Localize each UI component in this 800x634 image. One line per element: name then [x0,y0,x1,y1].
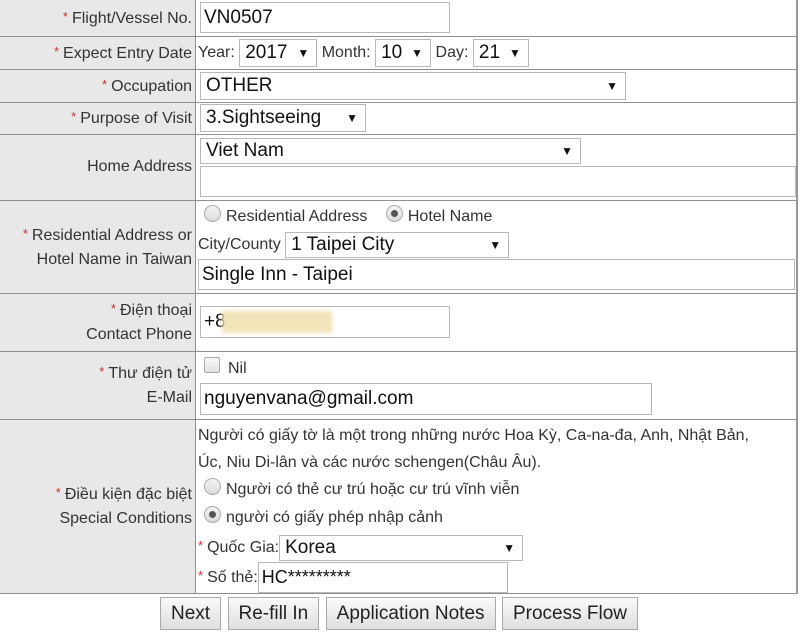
city-label: City/County [198,235,281,253]
country-select[interactable]: Korea ▼ [279,534,524,561]
chevron-down-icon: ▼ [561,143,573,158]
home-address-label-text: Home Address [87,158,192,175]
required-marker: * [62,8,68,24]
row-home-address: Home Address Viet Nam ▼ [0,134,797,201]
flight-label-text: Flight/Vessel No. [71,9,192,27]
action-bar: Next Re-fill In Application Notes Proces… [0,594,800,630]
required-marker: * [55,485,61,500]
permanent-resident-radio[interactable] [204,478,221,495]
process-flow-button[interactable]: Process Flow [501,596,639,630]
next-button[interactable]: Next [159,596,222,630]
required-marker: * [71,109,77,124]
city-value: 1 Taipei City [291,233,395,255]
day-value: 21 [478,41,501,63]
application-form: * Flight/Vessel No. VN0507 * Expect Entry … [0,0,798,594]
purpose-value: 3.Sightseeing [206,107,322,128]
occupation-select[interactable]: OTHER ▼ [200,71,626,100]
chevron-down-icon: ▼ [606,78,618,93]
phone-label-line1: Điện thoại [119,302,192,319]
home-address-input[interactable] [200,165,796,197]
occupation-label: * Occupation [0,69,196,103]
required-marker: * [110,301,116,316]
chevron-down-icon: ▼ [489,237,502,252]
purpose-label: * Purpose of Visit [0,102,196,135]
residential-label-line1: Residential Address or [31,226,192,244]
home-country-value: Viet Nam [206,139,284,161]
entry-permit-radio[interactable] [204,506,221,523]
hotel-name-option: Hotel Name [407,207,493,225]
country-value: Korea [285,536,336,558]
row-occupation: * Occupation OTHER ▼ [0,69,797,103]
nil-label: Nil [228,360,247,377]
refill-button[interactable]: Re-fill In [227,596,320,630]
email-input[interactable]: nguyenvana@gmail.com [200,383,652,415]
row-entry-date: * Expect Entry Date Year: 2017 ▼ Month: 10… [0,36,797,70]
required-marker: * [53,43,60,59]
year-value: 2017 [245,41,288,63]
special-label-line2: Special Conditions [59,510,192,527]
chevron-down-icon: ▼ [411,45,424,60]
year-label: Year: [198,43,235,61]
permanent-resident-option: Người có thẻ cư trú hoặc cư trú vĩnh viễ… [226,481,520,498]
row-flight: * Flight/Vessel No. VN0507 [0,0,797,37]
email-label-line2: E-Mail [146,389,192,406]
purpose-select[interactable]: 3.Sightseeing ▼ [200,104,366,132]
special-label-line1: Điều kiện đặc biệt [64,486,192,503]
special-label: * Điều kiện đặc biệt Special Conditions [0,419,196,594]
entry-date-label: * Expect Entry Date [0,36,196,70]
hotel-name-input[interactable]: Single Inn - Taipei [198,258,795,290]
row-purpose: * Purpose of Visit 3.Sightseeing ▼ [0,102,797,135]
chevron-down-icon: ▼ [503,540,516,555]
home-country-select[interactable]: Viet Nam ▼ [200,137,581,164]
residential-address-radio[interactable] [204,204,221,222]
occupation-label-text: Occupation [111,77,192,95]
required-marker: * [198,538,204,553]
required-marker: * [22,225,28,241]
nil-checkbox[interactable] [204,357,220,373]
month-select[interactable]: 10 ▼ [375,38,432,67]
year-select[interactable]: 2017 ▼ [239,38,318,67]
card-label: Số thẻ: [207,569,258,586]
chevron-down-icon: ▼ [297,45,310,60]
residential-address-option: Residential Address [226,207,368,225]
redacted-blur [221,310,332,333]
flight-label: * Flight/Vessel No. [0,0,196,37]
email-label: * Thư điện tử E-Mail [0,351,196,420]
row-email: * Thư điện tử E-Mail Nil nguyenvana@gmail.… [0,351,797,420]
month-label: Month: [321,43,371,61]
residential-label-line2: Hotel Name in Taiwan [36,250,192,268]
city-select[interactable]: 1 Taipei City ▼ [285,231,510,258]
purpose-label-text: Purpose of Visit [80,110,192,127]
chevron-down-icon: ▼ [346,111,358,125]
country-label: Quốc Gia: [207,539,280,556]
row-residential: * Residential Address or Hotel Name in Tai… [0,200,797,294]
special-description: Người có giấy tờ là một trong những nước… [198,427,749,471]
required-marker: * [102,76,108,92]
required-marker: * [198,568,204,583]
chevron-down-icon: ▼ [508,45,521,60]
required-marker: * [99,364,105,379]
phone-label: * Điện thoại Contact Phone [0,293,196,352]
hotel-name-radio[interactable] [385,204,403,222]
phone-label-line2: Contact Phone [86,326,192,343]
day-label: Day: [435,43,469,61]
month-value: 10 [381,41,403,63]
residential-label: * Residential Address or Hotel Name in Tai… [0,200,196,294]
flight-input[interactable]: VN0507 [200,2,450,34]
entry-date-label-text: Expect Entry Date [63,44,192,62]
home-address-label: Home Address [0,134,196,201]
day-select[interactable]: 21 ▼ [472,38,529,67]
phone-input[interactable]: +8 [200,306,450,338]
card-number-input[interactable]: HC********* [257,562,508,594]
occupation-value: OTHER [206,74,273,96]
row-phone: * Điện thoại Contact Phone +8 [0,293,797,352]
entry-permit-option: người có giấy phép nhập cảnh [226,509,443,526]
row-special: * Điều kiện đặc biệt Special Conditions Ng… [0,419,797,594]
application-notes-button[interactable]: Application Notes [325,596,496,630]
email-label-line1: Thư điện tử [108,365,192,382]
